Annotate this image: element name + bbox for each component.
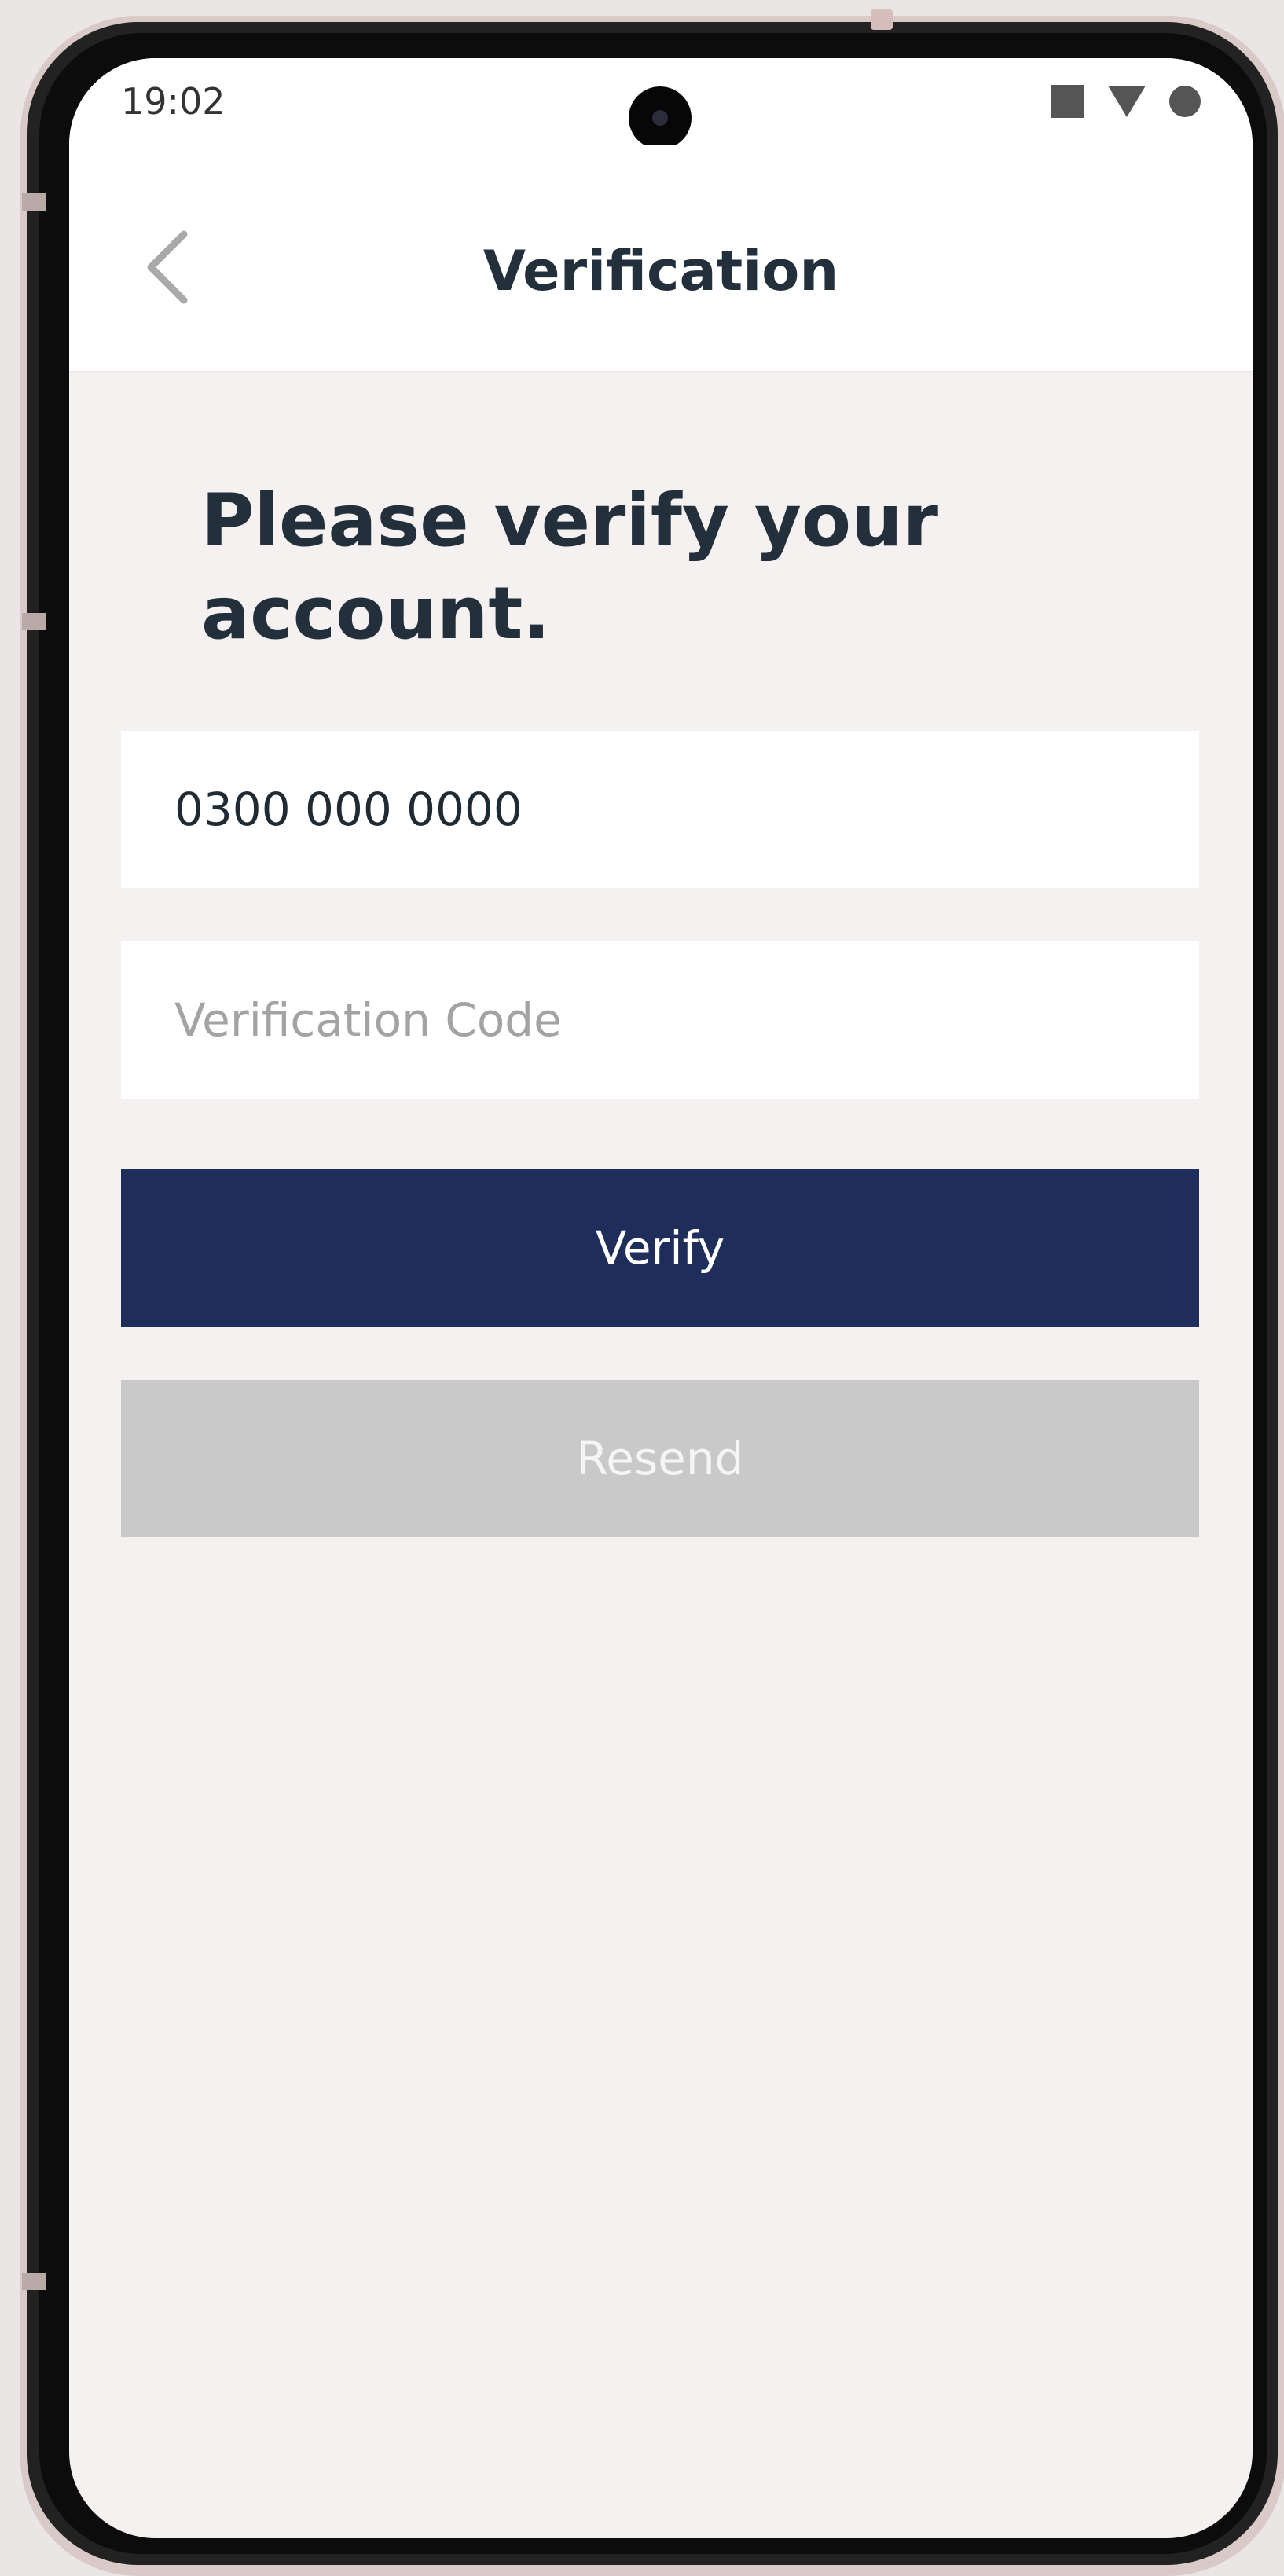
status-icons — [1051, 85, 1201, 118]
page-title: Verification — [482, 239, 839, 303]
front-camera — [629, 86, 692, 149]
device-side-mark — [22, 193, 46, 211]
status-bar: 19:02 — [69, 58, 1253, 149]
phone-number-field[interactable] — [121, 731, 1199, 888]
wifi-triangle-icon — [1108, 86, 1146, 117]
verification-code-field[interactable] — [121, 941, 1199, 1099]
verify-button[interactable]: Verify — [121, 1169, 1199, 1327]
phone-screen: 19:02 Verification Please verify your ac… — [69, 58, 1253, 2538]
app-bar: Verification — [69, 145, 1253, 372]
device-side-mark — [22, 2273, 46, 2290]
device-side-mark — [22, 613, 46, 630]
battery-circle-icon — [1169, 86, 1201, 117]
verify-headline: Please verify your account. — [201, 479, 938, 655]
square-icon — [1051, 85, 1084, 118]
status-time: 19:02 — [121, 80, 226, 123]
resend-button[interactable]: Resend — [121, 1380, 1199, 1537]
device-top-button — [871, 9, 893, 30]
